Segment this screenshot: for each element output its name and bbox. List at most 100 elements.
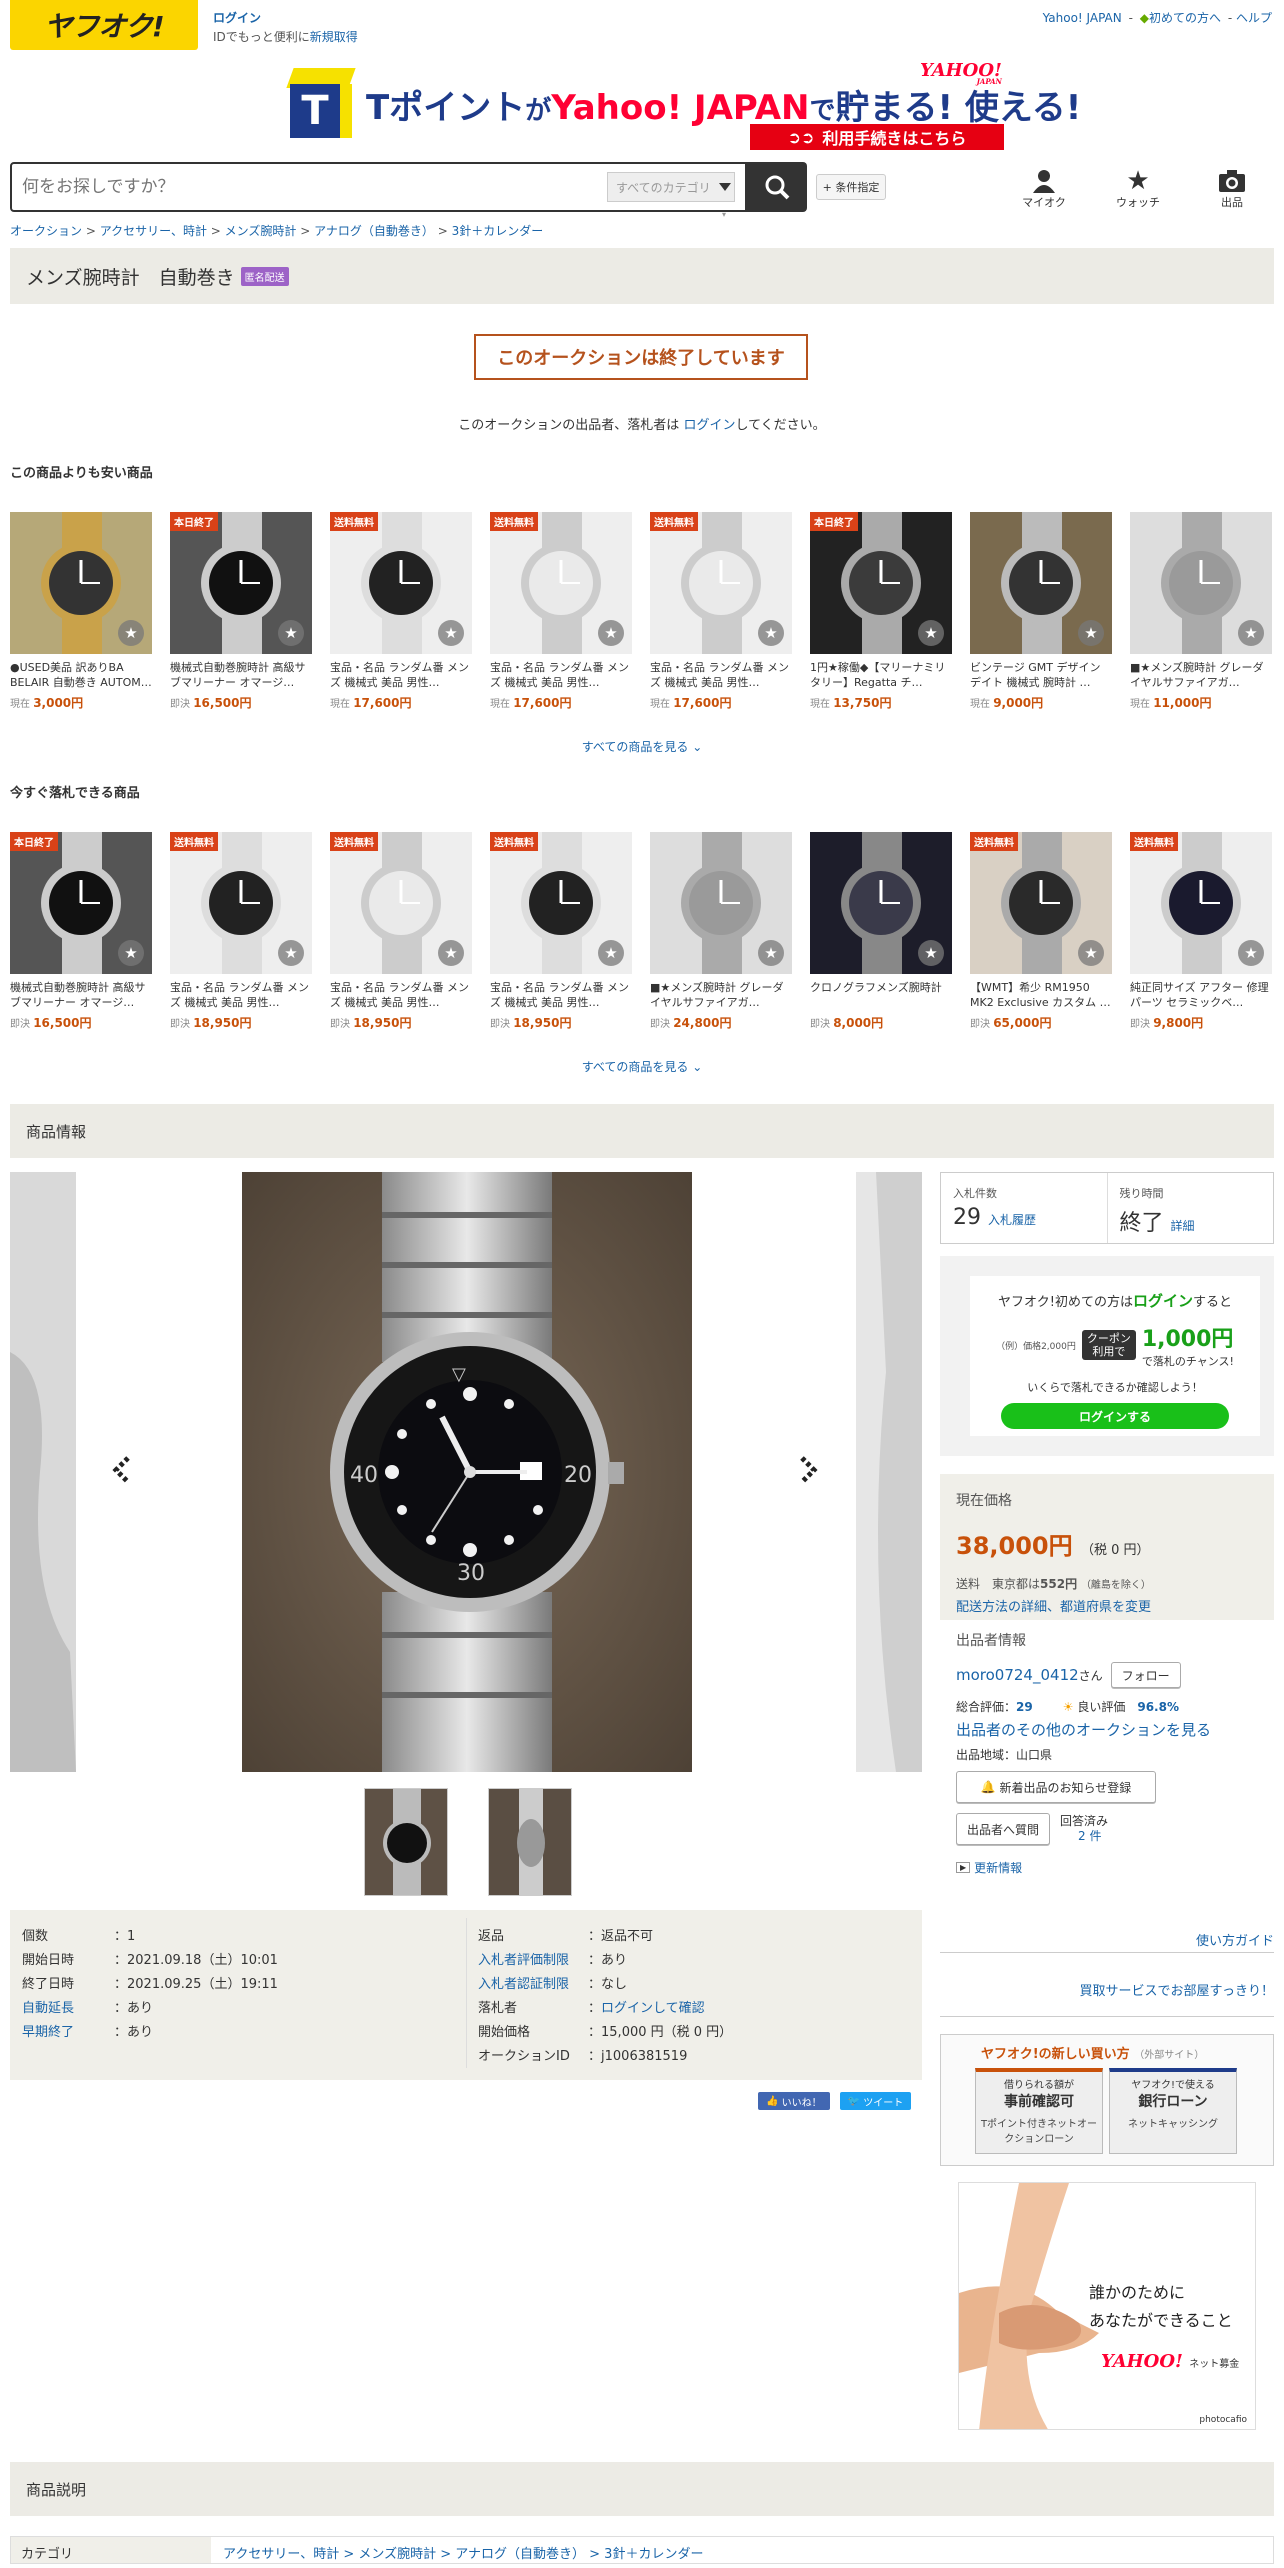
yahuoku-logo[interactable]: ヤフオク! xyxy=(10,0,198,50)
watch-star-icon[interactable]: ★ xyxy=(1238,940,1264,966)
time-detail-link[interactable]: 詳細 xyxy=(1171,1219,1195,1233)
promo-login-button[interactable]: ログインする xyxy=(1001,1403,1229,1429)
shipping-detail-link[interactable]: 配送方法の詳細、都道府県を変更 xyxy=(956,1600,1151,1615)
watch-star-icon[interactable]: ★ xyxy=(118,620,144,646)
product-title[interactable]: ■★メンズ腕時計 グレーダイヤルサファイアガ… xyxy=(650,980,792,1010)
buynow-see-all-link[interactable]: すべての商品を見る ⌄ xyxy=(0,1058,1284,1075)
search-expand-icon[interactable]: ▾ xyxy=(722,210,726,219)
watch-star-icon[interactable]: ★ xyxy=(278,940,304,966)
product-card[interactable]: 送料無料 ★ 【WMT】希少 RM1950 MK2 Exclusive カスタム …… xyxy=(970,832,1112,1031)
product-card[interactable]: 本日終了 ★ 1円★稼働◆【マリーナミリタリー】Regatta チ… 現在 13,75… xyxy=(810,512,952,711)
product-image[interactable]: 送料無料 ★ xyxy=(490,832,632,974)
product-card[interactable]: ★ ■★メンズ腕時計 グレーダイヤルサファイアガ… 現在 11,000円 xyxy=(1130,512,1272,711)
cheaper-see-all-link[interactable]: すべての商品を見る ⌄ xyxy=(0,738,1284,755)
update-info-link[interactable]: 更新情報 xyxy=(974,1859,1022,1876)
thumbnail-1[interactable] xyxy=(364,1788,448,1896)
beginner-link[interactable]: 初めての方へ xyxy=(1149,11,1221,25)
watch-star-icon[interactable]: ★ xyxy=(438,620,464,646)
watch-star-icon[interactable]: ★ xyxy=(438,940,464,966)
category-select[interactable]: すべてのカテゴリ xyxy=(607,172,735,202)
product-title[interactable]: ■★メンズ腕時計 グレーダイヤルサファイアガ… xyxy=(1130,660,1272,690)
watch-star-icon[interactable]: ★ xyxy=(1238,620,1264,646)
product-image[interactable]: 本日終了 ★ xyxy=(170,512,312,654)
next-image-preview[interactable] xyxy=(856,1172,922,1772)
product-image[interactable]: 送料無料 ★ xyxy=(650,512,792,654)
register-link[interactable]: 新規取得 xyxy=(310,30,358,44)
product-title[interactable]: 【WMT】希少 RM1950 MK2 Exclusive カスタム … xyxy=(970,980,1112,1010)
login-link[interactable]: ログイン xyxy=(213,9,358,28)
watch-star-icon[interactable]: ★ xyxy=(278,620,304,646)
product-card[interactable]: 送料無料 ★ 宝品・名品 ランダム番 メンズ 機械式 美品 男性… 即決 18,950… xyxy=(330,832,472,1031)
product-title[interactable]: 宝品・名品 ランダム番 メンズ 機械式 美品 男性… xyxy=(330,980,472,1010)
product-card[interactable]: 送料無料 ★ 宝品・名品 ランダム番 メンズ 機械式 美品 男性… 現在 17,600… xyxy=(490,512,632,711)
product-image[interactable]: 本日終了 ★ xyxy=(10,832,152,974)
product-card[interactable]: 送料無料 ★ 純正同サイズ アフター 修理パーツ セラミックベ… 即決 9,800円 xyxy=(1130,832,1272,1031)
thumbnail-2[interactable] xyxy=(488,1788,572,1896)
usage-guide-link[interactable]: 使い方ガイド xyxy=(1196,1930,1274,1949)
prev-image-arrow[interactable] xyxy=(108,1455,138,1485)
product-card[interactable]: ★ クロノグラフメンズ腕時計 即決 8,000円 xyxy=(810,832,952,1031)
breadcrumb-mens-watch[interactable]: メンズ腕時計 xyxy=(225,224,297,238)
product-title[interactable]: クロノグラフメンズ腕時計 xyxy=(810,980,952,1010)
next-image-arrow[interactable] xyxy=(792,1455,822,1485)
product-title[interactable]: 宝品・名品 ランダム番 メンズ 機械式 美品 男性… xyxy=(330,660,472,690)
spec-key[interactable]: 入札者評価制限 xyxy=(478,1949,588,1968)
product-card[interactable]: 送料無料 ★ 宝品・名品 ランダム番 メンズ 機械式 美品 男性… 即決 18,950… xyxy=(490,832,632,1031)
new-listing-notify-button[interactable]: 🔔 新着出品のお知らせ登録 xyxy=(956,1771,1156,1803)
answered-count-link[interactable]: 2 件 xyxy=(1060,1829,1101,1843)
sell-button[interactable]: 出品 xyxy=(1202,168,1262,210)
watch-star-icon[interactable]: ★ xyxy=(918,620,944,646)
product-image[interactable]: ★ xyxy=(810,832,952,974)
breadcrumb-analog[interactable]: アナログ（自動巻き） xyxy=(314,224,434,238)
product-image[interactable]: 送料無料 ★ xyxy=(330,832,472,974)
product-image[interactable]: ★ xyxy=(1130,512,1272,654)
bid-history-link[interactable]: 入札履歴 xyxy=(988,1213,1036,1227)
product-title[interactable]: 1円★稼働◆【マリーナミリタリー】Regatta チ… xyxy=(810,660,952,690)
breadcrumb-auction[interactable]: オークション xyxy=(10,224,82,238)
tpoint-banner[interactable]: TポイントがYahoo! JAPANで貯まる! 使える! xyxy=(366,80,1081,129)
product-title[interactable]: 宝品・名品 ランダム番 メンズ 機械式 美品 男性… xyxy=(170,980,312,1010)
watch-star-icon[interactable]: ★ xyxy=(1078,940,1104,966)
product-title[interactable]: ●USED美品 訳ありBA BELAIR 自動巻き AUTOM… xyxy=(10,660,152,690)
product-image[interactable]: ★ xyxy=(650,832,792,974)
donation-ad[interactable]: 誰かのために あなたができること YAHOO! ネット募金 photocafio xyxy=(958,2182,1256,2430)
spec-key[interactable]: 入札者認証制限 xyxy=(478,1973,588,1992)
buyback-service-link[interactable]: 買取サービスでお部屋すっきり！ xyxy=(1080,1980,1274,1999)
product-card[interactable]: ★ ■★メンズ腕時計 グレーダイヤルサファイアガ… 即決 24,800円 xyxy=(650,832,792,1031)
watch-star-icon[interactable]: ★ xyxy=(758,940,784,966)
product-image[interactable]: 送料無料 ★ xyxy=(330,512,472,654)
product-title[interactable]: 純正同サイズ アフター 修理パーツ セラミックベ… xyxy=(1130,980,1272,1010)
watch-star-icon[interactable]: ★ xyxy=(918,940,944,966)
breadcrumb-3hands[interactable]: 3針＋カレンダー xyxy=(452,224,544,238)
product-image[interactable]: 送料無料 ★ xyxy=(970,832,1112,974)
condition-button[interactable]: + 条件指定 xyxy=(816,174,886,200)
product-card[interactable]: 本日終了 ★ 機械式自動巻腕時計 高級サブマリーナー オマージ… 即決 16,500円 xyxy=(10,832,152,1031)
search-button[interactable] xyxy=(747,162,807,212)
prev-image-preview[interactable] xyxy=(10,1172,76,1772)
watch-star-icon[interactable]: ★ xyxy=(1078,620,1104,646)
product-title[interactable]: 宝品・名品 ランダム番 メンズ 機械式 美品 男性… xyxy=(490,980,632,1010)
watch-star-icon[interactable]: ★ xyxy=(118,940,144,966)
watch-button[interactable]: ★ ウォッチ xyxy=(1108,166,1168,210)
seller-rating-link[interactable]: 29 xyxy=(1016,1700,1033,1714)
product-title[interactable]: 宝品・名品 ランダム番 メンズ 機械式 美品 男性… xyxy=(650,660,792,690)
login-note-link[interactable]: ログイン xyxy=(683,418,735,433)
myauc-button[interactable]: マイオク xyxy=(1014,168,1074,210)
bank-loan-banner[interactable]: ヤフオク!で使える 銀行ローン ネットキャッシング xyxy=(1109,2068,1237,2154)
facebook-like-button[interactable]: 👍 いいね！ xyxy=(758,2092,830,2110)
tweet-button[interactable]: 🐦 ツイート xyxy=(839,2092,912,2110)
watch-star-icon[interactable]: ★ xyxy=(598,940,624,966)
watch-star-icon[interactable]: ★ xyxy=(598,620,624,646)
product-image[interactable]: ★ xyxy=(10,512,152,654)
product-card[interactable]: 送料無料 ★ 宝品・名品 ランダム番 メンズ 機械式 美品 男性… 現在 17,600… xyxy=(330,512,472,711)
product-title[interactable]: 機械式自動巻腕時計 高級サブマリーナー オマージ… xyxy=(170,660,312,690)
spec-key[interactable]: 早期終了 xyxy=(22,2021,114,2040)
breadcrumb-accessory[interactable]: アクセサリー、時計 xyxy=(100,224,207,238)
search-input[interactable] xyxy=(22,174,602,200)
spec-value[interactable]: ：ログインして確認 xyxy=(588,1997,705,2016)
spec-key[interactable]: 自動延長 xyxy=(22,1997,114,2016)
tpoint-register-button[interactable]: ➲➲ 利用手続きはこちら xyxy=(750,124,1004,150)
category-path-link[interactable]: アクセサリー、時計 > メンズ腕時計 > アナログ（自動巻き） > 3針＋カレン… xyxy=(211,2537,715,2563)
auction-loan-banner[interactable]: 借りられる額が 事前確認可 Tポイント付きネットオークションローン xyxy=(975,2068,1103,2154)
product-image[interactable]: ★ xyxy=(970,512,1112,654)
